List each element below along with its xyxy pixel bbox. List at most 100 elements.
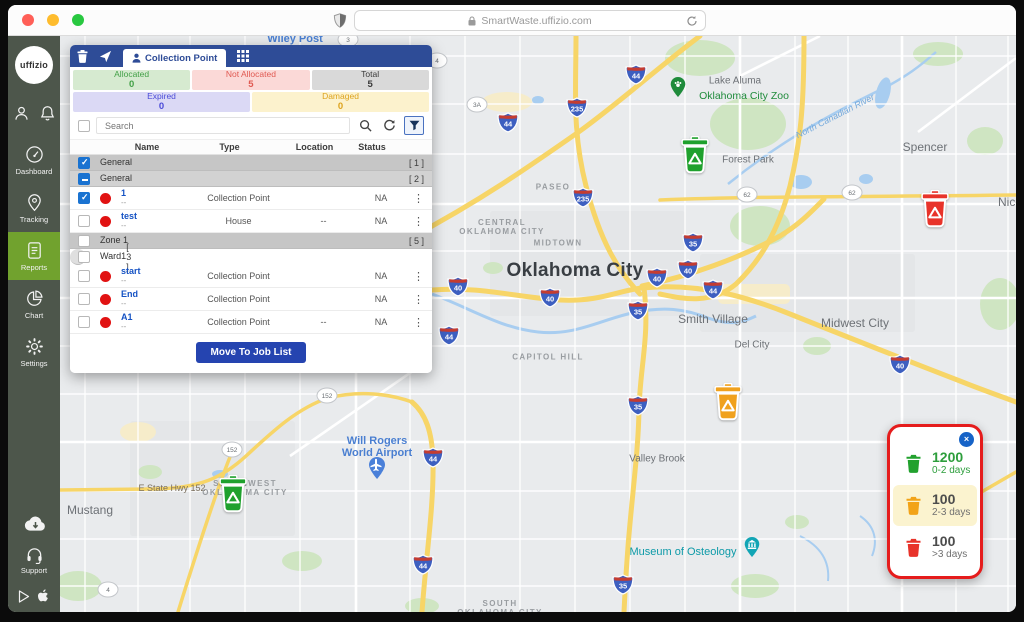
stat-cell: Allocated 0 [73,70,190,90]
user-icon[interactable] [13,105,30,122]
search-box[interactable] [96,117,350,134]
row-name-link[interactable]: End [121,290,191,300]
privacy-shield-icon[interactable] [333,13,347,28]
table-row[interactable]: Ward1 [ 3 ] ⋮ [70,249,86,265]
row-menu-icon[interactable]: ⋮ [413,293,424,306]
row-name-link[interactable]: 1 [121,189,191,199]
table-row[interactable]: 1 -- Collection Point NA ⋮ [70,187,432,210]
sidebar-item-tracking[interactable]: Tracking [8,184,60,232]
row-status: NA [361,216,401,226]
table-row[interactable]: End -- Collection Point NA ⋮ [70,288,432,311]
svg-text:35: 35 [634,308,642,317]
refresh-icon[interactable] [380,117,398,135]
stats-bar: Allocated 0 Not Allocated 5 Total 5 Expi… [70,67,432,113]
row-subtext: -- [121,299,191,309]
row-status: NA [361,294,401,304]
move-to-job-list-button[interactable]: Move To Job List [196,342,307,363]
svg-text:40: 40 [653,275,661,284]
navigate-arrow-icon[interactable] [99,50,112,63]
person-icon [132,53,141,63]
svg-text:35: 35 [689,240,697,249]
column-header-location: Location [277,142,352,152]
zoom-button[interactable] [72,14,84,26]
museum-pin-icon[interactable] [745,537,760,562]
row-menu-icon[interactable]: ⋮ [413,215,424,228]
url-text: SmartWaste.uffizio.com [481,15,591,27]
google-play-icon[interactable] [18,590,30,603]
report-document-icon [25,241,44,260]
search-icon[interactable] [356,117,374,135]
table-row[interactable]: General [ 1 ] ⋮ [70,155,432,171]
row-checkbox[interactable] [78,251,90,263]
zoo-pin-icon[interactable] [671,77,686,102]
row-checkbox[interactable] [78,192,90,204]
row-menu-icon[interactable]: ⋮ [413,270,424,283]
trash-icon[interactable] [77,50,88,63]
table-row[interactable]: Zone 1 [ 5 ] ⋮ [70,233,432,249]
row-checkbox[interactable] [78,293,90,305]
svg-text:44: 44 [632,72,641,81]
bin-marker[interactable] [918,190,952,235]
table-row[interactable]: General [ 2 ] ⋮ [70,171,432,187]
apple-icon[interactable] [37,589,50,604]
row-menu-icon[interactable]: ⋮ [413,316,424,329]
row-name-link[interactable]: Ward1 [100,252,126,262]
filter-button[interactable] [404,116,424,135]
sidebar-item-chart[interactable]: Chart [8,280,60,328]
legend-range: 0-2 days [932,465,970,477]
bin-marker[interactable] [216,475,250,520]
tab-collection-point[interactable]: Collection Point [123,49,226,67]
sidebar-item-settings[interactable]: Settings [8,328,60,376]
bell-icon[interactable] [39,105,56,122]
headset-icon [25,547,44,564]
row-name-link[interactable]: Zone 1 [100,236,128,246]
interstate-shield: 44 [422,447,444,473]
row-name-link[interactable]: General [100,174,132,184]
svg-text:40: 40 [684,267,692,276]
sidebar-item-dashboard[interactable]: Dashboard [8,136,60,184]
svg-text:3A: 3A [473,102,482,109]
legend-row[interactable]: 100 2-3 days [893,485,977,526]
row-checkbox[interactable] [78,235,90,247]
route-shield: 152 [221,441,243,463]
grid-icon[interactable] [237,50,249,62]
table-row[interactable]: test -- House -- NA ⋮ [70,210,432,233]
table-row[interactable]: start -- Collection Point NA ⋮ [70,265,432,288]
row-checkbox[interactable] [78,173,90,185]
map-canvas[interactable]: Wiley PostLake AlumaOklahoma City ZooFor… [60,36,1016,612]
cloud-download-icon[interactable] [21,514,47,533]
legend-close-button[interactable]: × [959,432,974,447]
legend-row[interactable]: 100 >3 days [893,527,977,568]
route-shield: 152 [316,387,338,409]
row-name-link[interactable]: General [100,158,132,168]
close-button[interactable] [22,14,34,26]
row-checkbox[interactable] [78,215,90,227]
row-name-link[interactable]: test [121,212,191,222]
select-all-checkbox[interactable] [78,120,90,132]
table-row[interactable]: A1 -- Collection Point -- NA ⋮ [70,311,432,334]
sidebar-item-reports[interactable]: Reports [8,232,60,280]
search-input[interactable] [103,120,343,132]
legend-range: >3 days [932,549,967,561]
reload-icon[interactable] [686,15,698,27]
sidebar-item-support[interactable]: Support [21,547,47,575]
svg-text:44: 44 [504,120,513,129]
route-shield: 3A [466,96,488,118]
legend-row[interactable]: 1200 0-2 days [893,443,977,484]
interstate-shield: 235 [566,97,588,123]
bin-marker[interactable] [711,383,745,428]
svg-text:40: 40 [896,362,904,371]
row-menu-icon[interactable]: ⋮ [413,192,424,205]
row-checkbox[interactable] [78,157,90,169]
airport-pin-icon[interactable] [369,457,385,484]
url-field[interactable]: SmartWaste.uffizio.com [354,10,706,31]
row-checkbox[interactable] [78,316,90,328]
legend-range: 2-3 days [932,507,970,519]
browser-chrome: SmartWaste.uffizio.com [8,5,1016,36]
row-name-link[interactable]: start [121,267,191,277]
row-name-link[interactable]: A1 [121,313,191,323]
row-checkbox[interactable] [78,270,90,282]
minimize-button[interactable] [47,14,59,26]
search-row [70,113,432,139]
bin-marker[interactable] [678,136,712,181]
